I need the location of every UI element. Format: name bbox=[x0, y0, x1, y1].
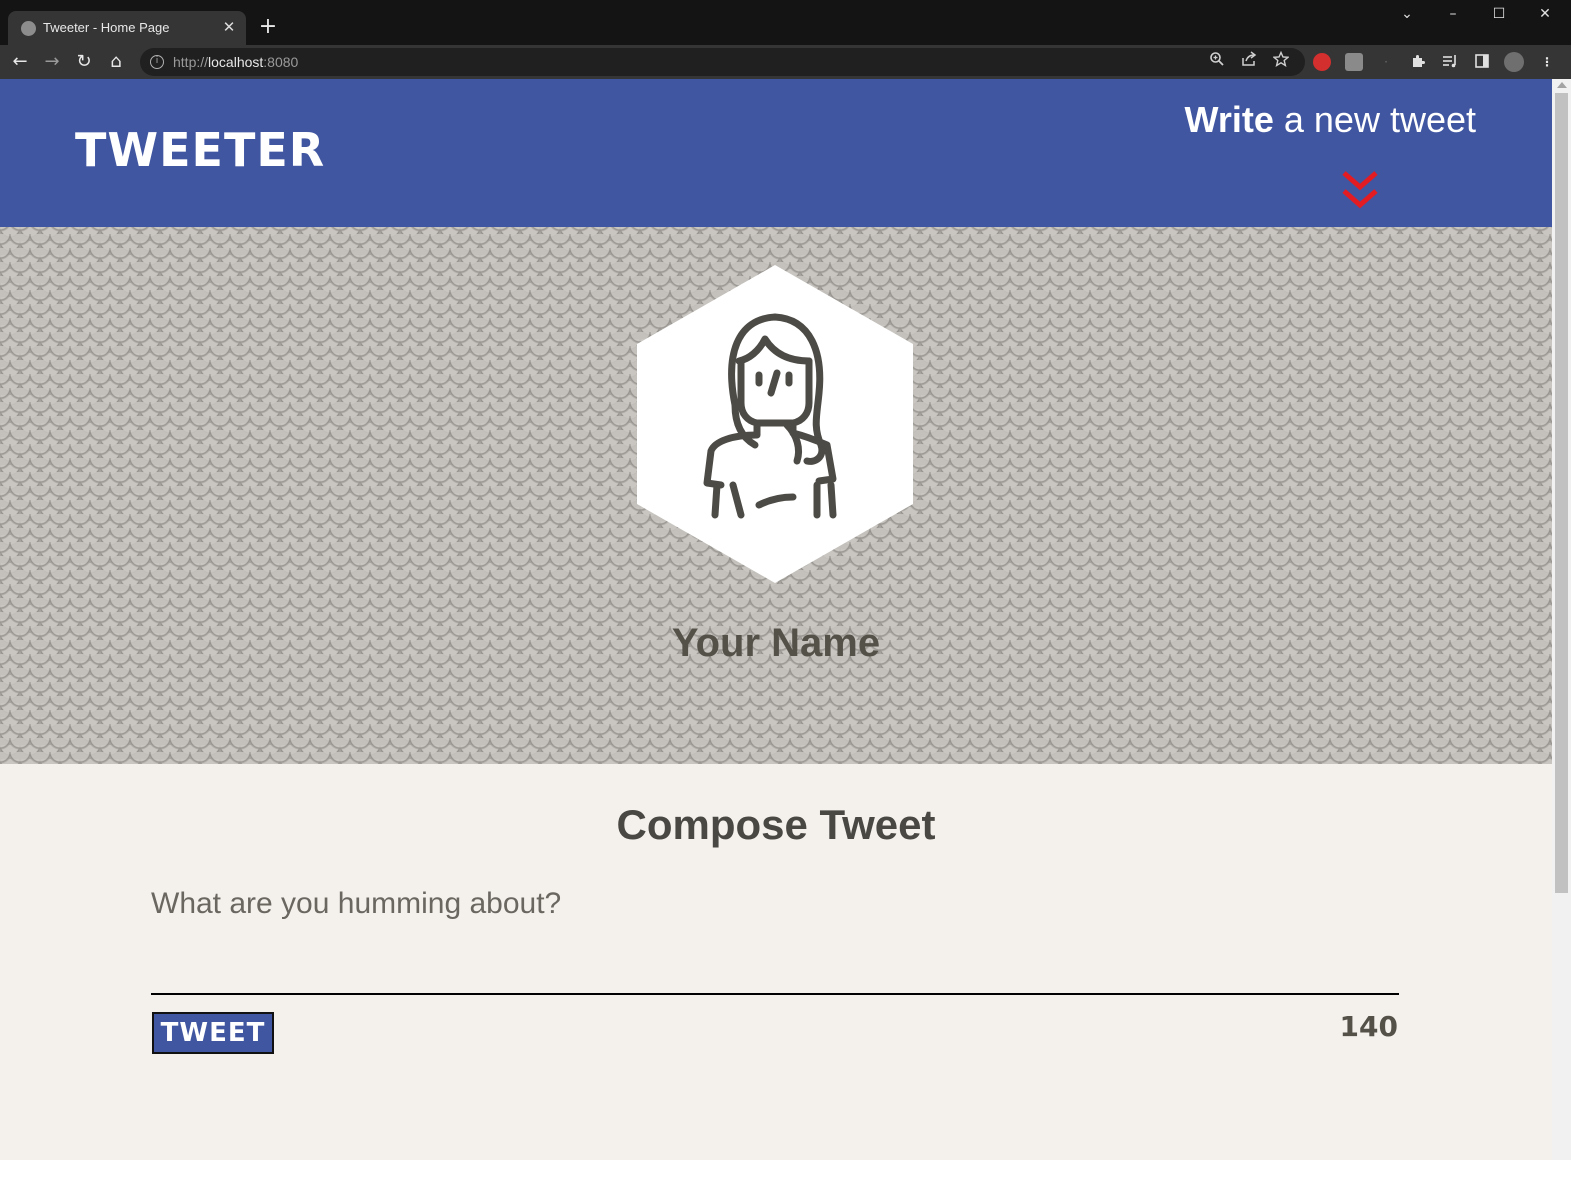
character-counter: 140 bbox=[1339, 1010, 1398, 1043]
site-header: TWEETER Write a new tweet bbox=[0, 79, 1552, 227]
user-avatar-icon bbox=[637, 265, 913, 583]
browser-tab[interactable]: Tweeter - Home Page ✕ bbox=[8, 11, 246, 45]
url-host: localhost bbox=[208, 54, 264, 70]
extension-red-icon[interactable] bbox=[1313, 53, 1331, 71]
url-port: :8080 bbox=[263, 54, 299, 70]
site-info-icon[interactable]: i bbox=[150, 55, 164, 69]
scroll-up-arrow-icon[interactable] bbox=[1557, 82, 1567, 88]
url-scheme: http:// bbox=[173, 54, 209, 70]
page-viewport: TWEETER Write a new tweet Your Name Comp… bbox=[0, 79, 1552, 1160]
globe-icon bbox=[21, 21, 36, 36]
browser-tab-strip: Tweeter - Home Page ✕ + ⌄ – ☐ ✕ bbox=[0, 0, 1571, 45]
bookmark-star-icon[interactable] bbox=[1270, 50, 1292, 73]
address-bar[interactable]: i http://localhost:8080 bbox=[140, 48, 1305, 76]
close-window-button[interactable]: ✕ bbox=[1522, 0, 1568, 28]
double-chevron-down-icon[interactable] bbox=[1340, 169, 1380, 213]
menu-icon[interactable]: ⋮ bbox=[1538, 53, 1556, 71]
compose-title: Compose Tweet bbox=[616, 801, 936, 848]
user-name: Your Name bbox=[671, 621, 881, 665]
minimize-button[interactable]: – bbox=[1430, 0, 1476, 28]
tweet-button[interactable]: TWEET bbox=[152, 1012, 274, 1054]
tab-search-icon[interactable]: ⌄ bbox=[1384, 0, 1430, 28]
browser-toolbar: ← → ↻ ⌂ i http://localhost:8080 · ⋮ bbox=[0, 45, 1571, 79]
avatar bbox=[637, 265, 913, 583]
home-button[interactable]: ⌂ bbox=[103, 49, 129, 75]
zoom-icon[interactable] bbox=[1206, 51, 1228, 73]
forward-button[interactable]: → bbox=[39, 49, 65, 75]
url-text[interactable]: http://localhost:8080 bbox=[173, 54, 298, 70]
extension-dim-icon[interactable]: · bbox=[1377, 53, 1395, 71]
page-scrollbar[interactable] bbox=[1552, 79, 1571, 1160]
share-icon[interactable] bbox=[1238, 51, 1260, 73]
write-rest-text: a new tweet bbox=[1273, 99, 1476, 140]
tweet-textarea[interactable] bbox=[151, 885, 1399, 995]
profile-avatar[interactable] bbox=[1504, 52, 1524, 72]
media-icon[interactable] bbox=[1441, 53, 1459, 71]
write-new-tweet-link[interactable]: Write a new tweet bbox=[1185, 99, 1476, 141]
reload-button[interactable]: ↻ bbox=[71, 49, 97, 75]
back-button[interactable]: ← bbox=[7, 49, 33, 75]
scroll-thumb[interactable] bbox=[1555, 93, 1568, 893]
profile-banner: Your Name bbox=[0, 227, 1552, 764]
site-logo[interactable]: TWEETER bbox=[75, 123, 325, 177]
puzzle-icon[interactable] bbox=[1409, 53, 1427, 71]
tab-title: Tweeter - Home Page bbox=[43, 20, 170, 35]
sidebar-icon[interactable] bbox=[1473, 53, 1491, 71]
tab-close-icon[interactable]: ✕ bbox=[220, 18, 238, 36]
window-bottom-strip bbox=[0, 1160, 1571, 1199]
extension-grey-icon[interactable] bbox=[1345, 53, 1363, 71]
new-tab-button[interactable]: + bbox=[255, 14, 281, 40]
write-bold-text: Write bbox=[1184, 99, 1274, 140]
maximize-button[interactable]: ☐ bbox=[1476, 0, 1522, 28]
